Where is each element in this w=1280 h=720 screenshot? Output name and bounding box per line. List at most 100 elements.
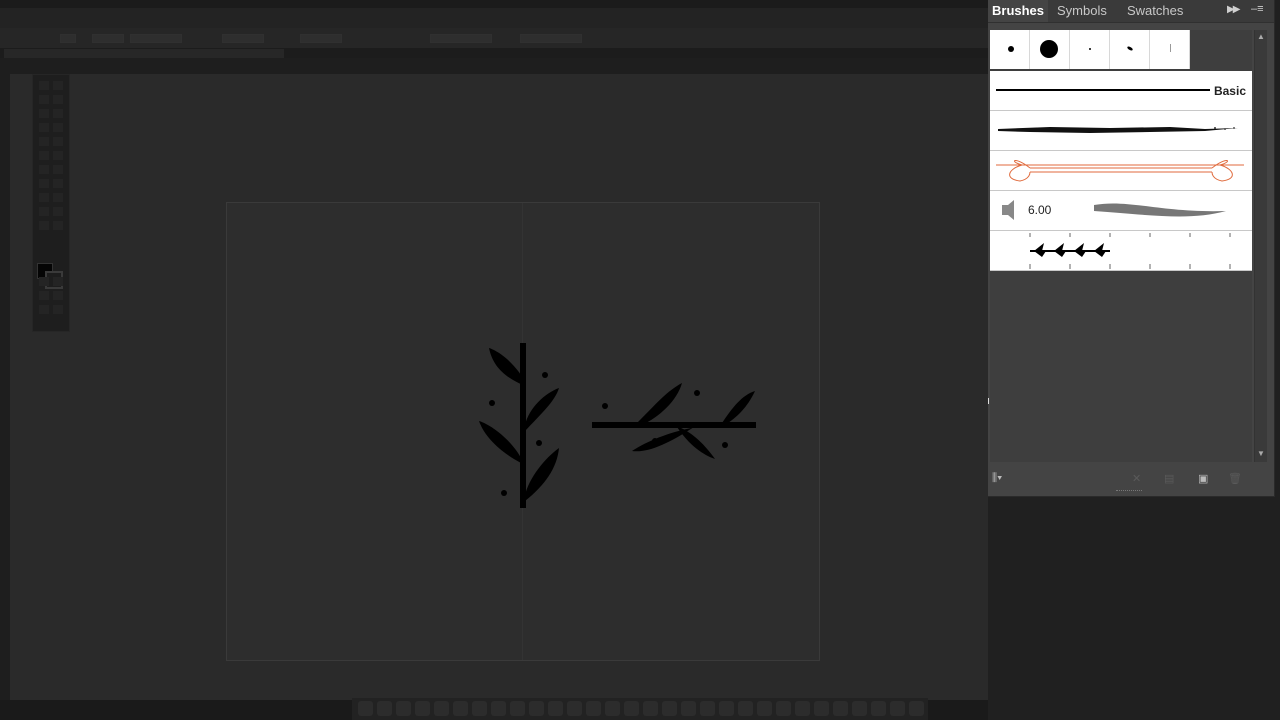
brush-oval-angle[interactable] [1110,30,1150,69]
control-chip[interactable] [130,34,182,43]
tool-button[interactable] [53,291,63,300]
tool-button[interactable] [39,81,49,90]
brush-charcoal[interactable] [990,111,1252,151]
tool-button[interactable] [39,291,49,300]
dock-app-icon[interactable] [434,701,449,716]
brush-list-scrollbar[interactable]: ▲ ▼ [1254,30,1267,462]
document-tab[interactable] [4,49,284,58]
dock-app-icon[interactable] [776,701,791,716]
dock-app-icon[interactable] [529,701,544,716]
tools-panel [32,74,70,332]
dock-app-icon[interactable] [377,701,392,716]
tab-swatches[interactable]: Swatches [1127,0,1183,22]
tool-button[interactable] [39,109,49,118]
brush-options-icon[interactable]: ▤ [1164,472,1174,485]
dock-app-icon[interactable] [871,701,886,716]
double-chevron-right-icon[interactable]: ▶▶ [1227,4,1240,15]
dock-app-icon[interactable] [852,701,867,716]
dock-app-icon[interactable] [453,701,468,716]
tool-button[interactable] [39,137,49,146]
dock-app-icon[interactable] [681,701,696,716]
brush-small-round[interactable] [990,30,1030,69]
leaf-artwork[interactable] [227,203,821,662]
dock-app-icon[interactable] [814,701,829,716]
tool-button[interactable] [39,179,49,188]
dock-app-icon[interactable] [358,701,373,716]
delete-brush-icon[interactable]: 🗑 [1228,472,1242,485]
brush-pressure[interactable]: 6.00 [990,191,1252,231]
tool-button[interactable] [39,277,49,286]
brush-size-value: 6.00 [1028,203,1052,217]
artboard[interactable] [226,202,820,661]
dock-app-icon[interactable] [757,701,772,716]
mouse-cursor [988,398,993,404]
tool-button[interactable] [53,81,63,90]
panel-resize-grip[interactable] [1116,490,1142,494]
dock-app-icon[interactable] [662,701,677,716]
tool-button[interactable] [39,221,49,230]
dock-app-icon[interactable] [605,701,620,716]
brush-basic[interactable]: Basic [990,71,1252,111]
dock-app-icon[interactable] [396,701,411,716]
dock-app-icon[interactable] [700,701,715,716]
brush-large-round[interactable] [1030,30,1070,69]
dock-app-icon[interactable] [415,701,430,716]
pressure-pen-icon [1002,200,1014,220]
scroll-up-icon[interactable]: ▲ [1257,32,1265,41]
tool-button[interactable] [53,95,63,104]
tool-button[interactable] [53,193,63,202]
scroll-down-icon[interactable]: ▼ [1257,449,1265,458]
control-chip[interactable] [92,34,124,43]
tool-button[interactable] [53,207,63,216]
tool-button[interactable] [53,151,63,160]
vertical-branch[interactable] [479,343,559,508]
tool-button[interactable] [53,179,63,188]
brush-libraries-icon[interactable]: ⫼▾ [992,472,1002,485]
dock-app-icon[interactable] [890,701,905,716]
tool-button[interactable] [53,165,63,174]
control-chip[interactable] [222,34,264,43]
dock-app-icon[interactable] [738,701,753,716]
tool-button[interactable] [53,221,63,230]
dock-app-icon[interactable] [586,701,601,716]
remove-stroke-icon[interactable]: ✕ [1132,472,1141,485]
brush-hairline[interactable] [1150,30,1190,69]
panel-menu-icon[interactable]: –≡ [1251,3,1264,15]
brush-pattern-leaf[interactable] [990,231,1252,271]
tool-button[interactable] [53,109,63,118]
tool-button[interactable] [53,137,63,146]
control-chip[interactable] [430,34,492,43]
tool-button[interactable] [39,193,49,202]
dock-app-icon[interactable] [795,701,810,716]
brush-arrow-art[interactable] [990,151,1252,191]
horizontal-branch[interactable] [592,383,756,459]
dock-app-icon[interactable] [491,701,506,716]
dock-app-icon[interactable] [567,701,582,716]
new-brush-icon[interactable]: ▣ [1198,472,1208,485]
dock-app-icon[interactable] [510,701,525,716]
brush-tiny-dot[interactable] [1070,30,1110,69]
dock-app-icon[interactable] [909,701,924,716]
dock-app-icon[interactable] [833,701,848,716]
tool-button[interactable] [53,305,63,314]
tool-button[interactable] [39,151,49,160]
control-chip[interactable] [60,34,76,43]
tool-button[interactable] [39,207,49,216]
dock-app-icon[interactable] [643,701,658,716]
dock-app-icon[interactable] [548,701,563,716]
tool-button[interactable] [53,123,63,132]
brush-name: Basic [1213,84,1246,98]
control-chip[interactable] [300,34,342,43]
tab-brushes[interactable]: Brushes [988,0,1049,22]
tool-button[interactable] [39,165,49,174]
dock-app-icon[interactable] [624,701,639,716]
dock-app-icon[interactable] [472,701,487,716]
control-chip[interactable] [520,34,582,43]
tab-symbols[interactable]: Symbols [1057,0,1107,22]
tool-button[interactable] [53,277,63,286]
tool-button[interactable] [39,305,49,314]
tool-button[interactable] [39,123,49,132]
tool-button[interactable] [39,95,49,104]
panel-tab-strip: Brushes Symbols Swatches ▶▶ –≡ [988,0,1274,23]
dock-app-icon[interactable] [719,701,734,716]
